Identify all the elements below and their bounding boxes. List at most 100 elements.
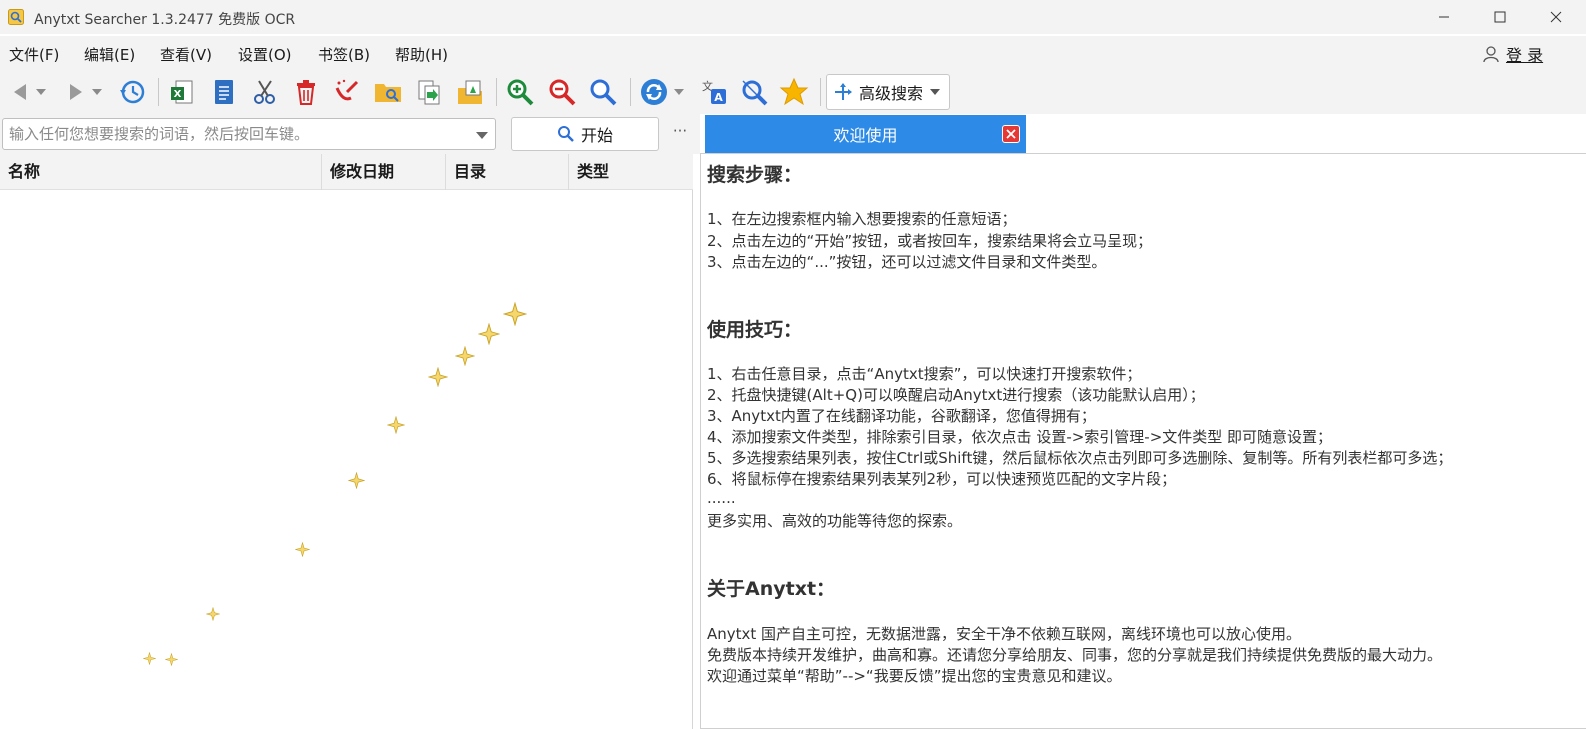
move-to-button[interactable]: [454, 76, 486, 108]
sparkle-icon: [143, 652, 156, 665]
window-title: Anytxt Searcher 1.3.2477 免费版 OCR: [34, 12, 296, 28]
clean-icon: [335, 79, 359, 101]
filter-more-button[interactable]: ···: [668, 122, 692, 144]
search-combobox[interactable]: [2, 118, 496, 150]
open-folder-button[interactable]: [372, 76, 404, 108]
tips-line: 5、多选搜索结果列表，按住Ctrl或Shift键，然后鼠标依次点击列即可多选删除…: [707, 449, 1453, 467]
chevron-down-icon: [674, 89, 684, 95]
refresh-icon: [641, 79, 667, 105]
sparkle-icon: [206, 607, 220, 621]
sparkle-icon: [348, 472, 365, 489]
clean-button[interactable]: [331, 76, 363, 108]
toolbar-separator: [630, 78, 631, 106]
minimize-button[interactable]: [1416, 0, 1472, 34]
chevron-down-icon[interactable]: [475, 131, 489, 140]
tips-line: 更多实用、高效的功能等待您的探索。: [707, 512, 963, 530]
zoom-out-button[interactable]: [546, 76, 578, 108]
sparkle-icon: [478, 323, 500, 345]
toolbar: X 文A 高级搜索: [0, 70, 1586, 114]
tab-close-button[interactable]: [1002, 125, 1020, 143]
forward-dropdown[interactable]: [88, 76, 106, 108]
move-to-icon: [458, 80, 482, 104]
close-icon: [1550, 11, 1562, 23]
login-button[interactable]: 登 录: [1482, 42, 1543, 66]
column-header-name[interactable]: 名称: [0, 154, 322, 190]
bookmark-button[interactable]: [778, 76, 810, 108]
menu-bookmarks[interactable]: 书签(B): [318, 44, 370, 65]
tips-line: 2、托盘快捷键(Alt+Q)可以唤醒启动Anytxt进行搜索（该功能默认启用）；: [707, 386, 1205, 404]
bookmark-star-icon: [779, 77, 809, 106]
sparkle-icon: [428, 367, 448, 387]
toolbar-separator: [820, 78, 821, 106]
menu-view[interactable]: 查看(V): [160, 44, 212, 65]
zoom-in-button[interactable]: [504, 76, 536, 108]
zoom-in-icon: [507, 79, 534, 106]
tips-line: 6、将鼠标停在搜索结果列表某列2秒，可以快速预览匹配的文字片段；: [707, 470, 1177, 488]
about-line: 欢迎通过菜单“帮助”-->“我要反馈”提出您的宝贵意见和建议。: [707, 667, 1122, 685]
search-input[interactable]: [9, 124, 469, 144]
results-panel: 名称 修改日期 目录 类型: [0, 154, 693, 729]
menu-settings[interactable]: 设置(O): [238, 44, 292, 65]
column-header-type[interactable]: 类型: [569, 154, 693, 190]
welcome-content: 搜索步骤： 1、在左边搜索框内输入想要搜索的任意短语； 2、点击左边的“开始”按…: [700, 153, 1586, 729]
refresh-dropdown[interactable]: [670, 76, 688, 108]
chevron-down-icon: [930, 89, 941, 95]
start-search-button[interactable]: 开始: [511, 117, 659, 151]
sparkle-icon: [503, 302, 527, 326]
svg-text:A: A: [714, 91, 723, 104]
back-icon: [14, 84, 26, 100]
column-header-modified[interactable]: 修改日期: [322, 154, 446, 190]
cut-button[interactable]: [249, 76, 281, 108]
sparkle-icon: [295, 542, 310, 557]
ocr-icon: [742, 80, 768, 106]
tab-welcome-label: 欢迎使用: [833, 126, 898, 145]
close-icon: [1006, 129, 1016, 139]
export-excel-button[interactable]: X: [166, 76, 198, 108]
translate-icon: 文A: [702, 79, 726, 104]
cut-icon: [254, 80, 275, 104]
refresh-button[interactable]: [638, 76, 670, 108]
advanced-search-button[interactable]: 高级搜索: [826, 74, 950, 110]
history-button[interactable]: [116, 76, 148, 108]
zoom-out-icon: [549, 79, 576, 106]
tips-line: 1、右击任意目录，点击“Anytxt搜索”，可以快速打开搜索软件；: [707, 365, 1142, 383]
menu-help[interactable]: 帮助(H): [395, 44, 448, 65]
menu-edit[interactable]: 编辑(E): [84, 44, 135, 65]
column-header-directory[interactable]: 目录: [446, 154, 569, 190]
copy-to-icon: [418, 80, 440, 105]
sparkle-icon: [455, 346, 475, 366]
tips-line: 3、Anytxt内置了在线翻译功能，谷歌翻译，您值得拥有；: [707, 407, 1096, 425]
about-line: 免费版本持续开发维护，曲高和寡。还请您分享给朋友、同事，您的分享就是我们持续提供…: [707, 646, 1443, 664]
menu-file[interactable]: 文件(F): [9, 44, 59, 65]
forward-icon: [70, 84, 82, 100]
copy-to-button[interactable]: [413, 76, 445, 108]
tab-welcome[interactable]: 欢迎使用: [705, 115, 1026, 153]
close-window-button[interactable]: [1528, 0, 1584, 34]
open-folder-icon: [375, 84, 401, 102]
app-logo-icon: [8, 9, 24, 25]
results-list[interactable]: [0, 190, 692, 729]
ocr-button[interactable]: [738, 76, 770, 108]
excel-export-icon: X: [171, 80, 193, 104]
minimize-icon: [1439, 16, 1449, 18]
sparkle-icon: [165, 653, 178, 666]
menu-bar: 文件(F) 编辑(E) 查看(V) 设置(O) 书签(B) 帮助(H) 登 录: [0, 36, 1586, 70]
tips-title: 使用技巧：: [707, 319, 803, 341]
tips-line: 4、添加搜索文件类型，排除索引目录，依次点击 设置->索引管理->文件类型 即可…: [707, 428, 1333, 446]
toolbar-separator: [496, 78, 497, 106]
delete-button[interactable]: [290, 76, 322, 108]
translate-button[interactable]: 文A: [698, 76, 730, 108]
steps-title: 搜索步骤：: [707, 164, 803, 186]
maximize-button[interactable]: [1472, 0, 1528, 34]
steps-line: 1、在左边搜索框内输入想要搜索的任意短语；: [707, 210, 1017, 228]
title-bar: Anytxt Searcher 1.3.2477 免费版 OCR: [0, 0, 1586, 34]
search-icon: [557, 126, 574, 142]
back-dropdown[interactable]: [32, 76, 50, 108]
document-button[interactable]: [208, 76, 240, 108]
sparkle-icon: [387, 416, 405, 434]
find-icon: [590, 79, 617, 106]
toolbar-separator: [158, 78, 159, 106]
find-button[interactable]: [587, 76, 619, 108]
document-icon: [215, 80, 233, 104]
delete-icon: [297, 80, 315, 105]
